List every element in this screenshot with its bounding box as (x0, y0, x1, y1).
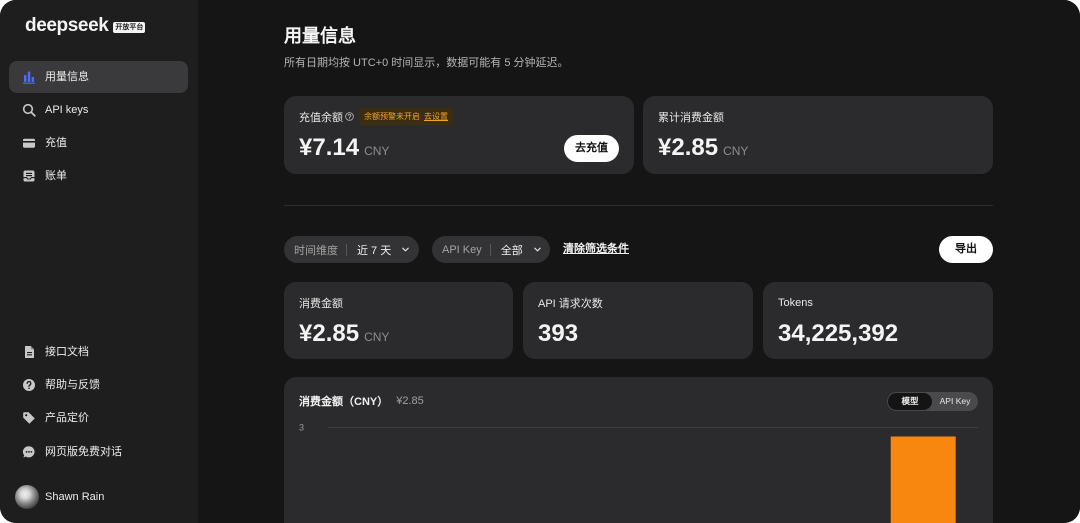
chart-header: 消费金额（CNY） ¥2.85 (299, 394, 424, 408)
logo-wordmark: deepseek (25, 15, 109, 36)
chart-group-toggle: 模型 API Key (887, 392, 978, 411)
sidebar-item-usage[interactable]: 用量信息 (9, 61, 188, 93)
bar[interactable] (890, 436, 956, 523)
stat-label: API 请求次数 (538, 297, 603, 310)
sidebar-item-api-docs[interactable]: 接口文档 (9, 336, 188, 368)
sidebar-item-label: 网页版免费对话 (45, 446, 122, 458)
pill-separator (346, 243, 347, 256)
user-profile[interactable]: Shawn Rain (9, 481, 188, 513)
total-spend-label: 累计消费金额 (658, 111, 724, 124)
balance-card: 充值余额 余额预警未开启 去设置 ¥7.14 CNY 去充值 (284, 96, 634, 174)
stat-value-row: 34,225,392 (778, 322, 898, 346)
bar-chart-icon (22, 70, 36, 84)
stat-value-row: ¥2.85 CNY (299, 322, 389, 346)
balance-label: 充值余额 (299, 111, 343, 124)
sidebar-item-top-up[interactable]: 充值 (9, 127, 188, 159)
user-name: Shawn Rain (45, 491, 105, 503)
total-spend-card: 累计消费金额 ¥2.85 CNY (643, 96, 993, 174)
api-key-filter-value: 全部 (500, 244, 523, 257)
chat-icon (22, 445, 36, 459)
stat-label-row: Tokens (778, 294, 813, 311)
sidebar-item-label: 账单 (45, 170, 67, 182)
balance-alert-settings-link[interactable]: 去设置 (424, 111, 448, 122)
sidebar-item-api-keys[interactable]: API keys (9, 94, 188, 126)
stat-label-row: API 请求次数 (538, 294, 603, 311)
sidebar-item-label: 充值 (45, 137, 67, 149)
total-spend-amount: ¥2.85 (658, 134, 719, 161)
document-icon (22, 345, 36, 359)
sidebar-item-help[interactable]: 帮助与反馈 (9, 369, 188, 401)
help-icon (22, 378, 36, 392)
stat-label: Tokens (778, 296, 813, 309)
total-spend-amount-row: ¥2.85 CNY (658, 136, 748, 160)
sidebar-item-label: 用量信息 (45, 71, 89, 83)
avatar (15, 485, 39, 509)
filter-bar: 时间维度 近 7 天 API Key 全部 清除筛选条件 导出 (284, 236, 993, 263)
stat-card-requests: API 请求次数 393 (523, 282, 753, 359)
export-button[interactable]: 导出 (939, 236, 993, 263)
stat-unit: CNY (364, 330, 390, 344)
stats-row: 消费金额 ¥2.85 CNY API 请求次数 393 Tokens 34,22… (284, 282, 993, 359)
inbox-icon (22, 169, 36, 183)
balance-amount-row: ¥7.14 CNY (299, 136, 389, 160)
y-tick-label: 3 (299, 423, 304, 433)
balance-alert-text: 余额预警未开启 (364, 112, 420, 121)
pill-separator (489, 243, 491, 256)
toggle-api-key[interactable]: API Key (933, 393, 977, 410)
sidebar-item-label: API keys (45, 104, 89, 116)
toggle-model[interactable]: 模型 (888, 393, 932, 410)
main-content: 用量信息 所有日期均按 UTC+0 时间显示，数据可能有 5 分钟延迟。 充值余… (198, 0, 1080, 523)
top-up-button[interactable]: 去充值 (564, 135, 619, 162)
stat-value: ¥2.85 (299, 320, 360, 347)
page-subtitle: 所有日期均按 UTC+0 时间显示，数据可能有 5 分钟延迟。 (284, 57, 569, 69)
app-window: deepseek 开放平台 用量信息 API keys 充值 账单 接口文档 帮… (0, 0, 1080, 523)
clear-filters-link[interactable]: 清除筛选条件 (563, 236, 629, 263)
stat-card-spend: 消费金额 ¥2.85 CNY (284, 282, 513, 359)
balance-label-row: 充值余额 余额预警未开启 去设置 (299, 108, 453, 125)
sidebar: deepseek 开放平台 用量信息 API keys 充值 账单 接口文档 帮… (0, 0, 198, 523)
search-icon (22, 103, 36, 117)
time-range-filter-value: 近 7 天 (357, 244, 392, 257)
time-range-filter-label: 时间维度 (294, 244, 338, 257)
content-area: 用量信息 所有日期均按 UTC+0 时间显示，数据可能有 5 分钟延迟。 充值余… (284, 0, 993, 523)
sidebar-item-label: 接口文档 (45, 346, 89, 358)
spend-chart-card: 消费金额（CNY） ¥2.85 模型 API Key 3 (284, 377, 993, 523)
platform-badge: 开放平台 (113, 21, 146, 33)
stat-card-tokens: Tokens 34,225,392 (763, 282, 993, 359)
sidebar-item-pricing[interactable]: 产品定价 (9, 402, 188, 434)
balance-alert-badge: 余额预警未开启 去设置 (359, 108, 453, 125)
stat-value: 393 (538, 320, 579, 347)
balance-currency: CNY (364, 144, 390, 158)
chevron-down-icon (401, 245, 410, 254)
stat-label-row: 消费金额 (299, 294, 343, 311)
credit-card-icon (22, 136, 36, 150)
sidebar-item-web-chat[interactable]: 网页版免费对话 (9, 436, 188, 468)
chart-total: ¥2.85 (396, 395, 424, 407)
spend-bar-chart: 3 (299, 423, 978, 523)
page-title: 用量信息 (284, 26, 356, 46)
tag-icon (22, 411, 36, 425)
total-spend-label-row: 累计消费金额 (658, 108, 724, 125)
stat-value-row: 393 (538, 322, 578, 346)
sidebar-item-label: 帮助与反馈 (45, 379, 100, 391)
section-divider (284, 205, 993, 206)
stat-label: 消费金额 (299, 297, 343, 310)
sidebar-item-label: 产品定价 (45, 412, 89, 424)
chart-title: 消费金额（CNY） (299, 396, 389, 408)
api-key-filter-label: API Key (442, 243, 482, 256)
info-icon[interactable] (345, 112, 354, 121)
total-spend-currency: CNY (723, 144, 749, 158)
api-key-filter[interactable]: API Key 全部 (432, 236, 550, 263)
chevron-down-icon (533, 245, 542, 254)
balance-amount: ¥7.14 (299, 134, 360, 161)
logo[interactable]: deepseek 开放平台 (25, 14, 146, 38)
stat-value: 34,225,392 (778, 320, 899, 347)
time-range-filter[interactable]: 时间维度 近 7 天 (284, 236, 419, 263)
sidebar-item-bills[interactable]: 账单 (9, 160, 188, 192)
